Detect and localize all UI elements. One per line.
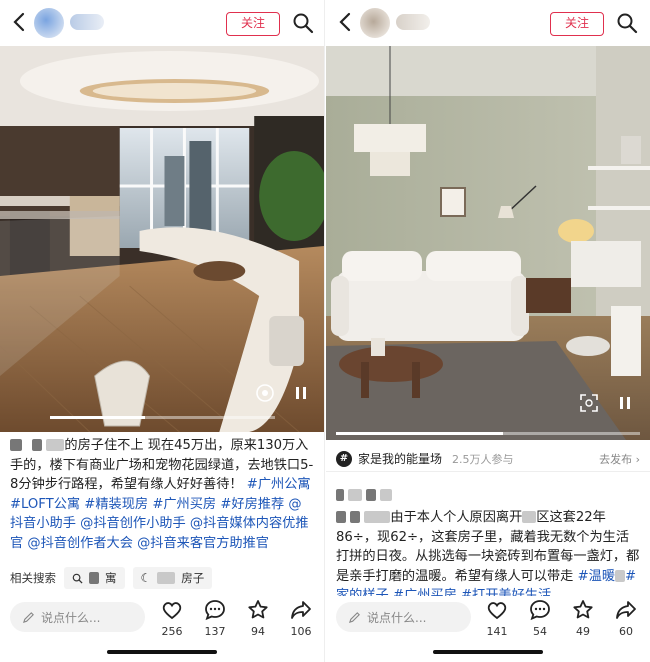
share-count: 106 (290, 625, 312, 638)
like-count: 256 (161, 625, 183, 638)
favorite-count: 49 (576, 625, 590, 638)
star-icon (248, 600, 268, 619)
redacted-text (336, 489, 344, 501)
hashtag-link[interactable]: #温暖 (578, 569, 615, 584)
post-caption: 由于本人个人原因离开 区这套22年86÷，现62÷，这套房子里，藏着我无数个为生活… (336, 484, 640, 606)
video-progress-fill (50, 416, 145, 419)
hashtag-link[interactable]: #广州买房 (152, 497, 216, 512)
author-avatar-blurred[interactable] (360, 8, 390, 38)
redacted-text (32, 439, 43, 451)
topic-bar[interactable]: # 家是我的能量场 2.5万人参与 去发布 › (326, 446, 650, 472)
follow-button[interactable]: 关注 (226, 12, 280, 36)
related-search-text: 房子 (181, 571, 205, 585)
redacted-text (157, 572, 176, 584)
topic-participants: 2.5万人参与 (452, 452, 514, 466)
top-bar: 关注 (0, 0, 324, 46)
focus-icon[interactable] (254, 382, 276, 404)
author-name-blurred (396, 14, 430, 30)
related-searches: 相关搜索 寓 ☾ 房子 (10, 566, 213, 590)
comment-placeholder: 说点什么... (41, 610, 101, 625)
like-button[interactable]: 141 (477, 598, 517, 638)
post-caption: 的房子住不上 现在45万出，原来130万入手的，楼下有商业广场和宠物花园绿道，去… (10, 436, 314, 553)
hashtag-link[interactable]: #广州公寓 (247, 477, 311, 492)
pause-icon[interactable] (614, 392, 636, 414)
comment-input[interactable]: 说点什么... (336, 602, 471, 632)
favorite-button[interactable]: 94 (238, 598, 278, 638)
related-search-text: 寓 (105, 571, 117, 585)
mention-link[interactable]: @抖音创作者大会 (27, 536, 133, 551)
favorite-button[interactable]: 49 (563, 598, 603, 638)
like-button[interactable]: 256 (152, 598, 192, 638)
related-search-chip[interactable]: 寓 (64, 567, 125, 589)
top-bar: 关注 (326, 0, 650, 46)
redacted-text (46, 439, 65, 451)
video-progress-bar[interactable] (50, 416, 275, 419)
publish-link[interactable]: 去发布 › (599, 451, 640, 467)
hashtag-icon: # (336, 450, 352, 467)
heart-icon (162, 602, 182, 620)
redacted-text (336, 511, 346, 523)
follow-button[interactable]: 关注 (550, 12, 604, 36)
related-search-chip[interactable]: ☾ 房子 (132, 567, 213, 589)
redacted-text (364, 511, 391, 523)
video-progress-bar[interactable] (336, 432, 640, 435)
comment-icon (205, 600, 225, 621)
caption-body-1: 由于本人个人原因离开 (390, 510, 523, 525)
redacted-text (380, 489, 392, 501)
redacted-text (366, 489, 376, 501)
search-icon[interactable] (616, 12, 638, 34)
topic-name: 家是我的能量场 (358, 452, 443, 466)
bottom-action-bar: 说点什么... 141 54 49 60 (326, 596, 650, 644)
like-count: 141 (486, 625, 508, 638)
favorite-count: 94 (251, 625, 265, 638)
share-button[interactable]: 106 (281, 598, 321, 638)
star-icon (573, 600, 593, 619)
share-count: 60 (619, 625, 633, 638)
redacted-text (522, 511, 537, 523)
pencil-icon (348, 611, 360, 623)
share-button[interactable]: 60 (606, 598, 646, 638)
back-arrow-icon[interactable] (336, 10, 356, 34)
left-post-panel: 关注 的房子住不上 现在45万出，原来130万入手的，楼下有商业广场和宠物花园绿… (0, 0, 325, 662)
author-name-blurred (70, 14, 104, 30)
comment-icon (530, 600, 550, 621)
pencil-icon (22, 611, 34, 623)
redacted-text (10, 439, 22, 451)
comment-button[interactable]: 54 (520, 598, 560, 638)
redacted-text (89, 572, 99, 584)
mention-link[interactable]: @抖音来客官方助推官 (137, 536, 269, 551)
search-icon (72, 573, 83, 584)
caption-text: 由于本人个人原因离开 区这套22年86÷，现62÷，这套房子里，藏着我无数个为生活… (336, 508, 640, 606)
mention-link[interactable]: @抖音创作小助手 (80, 516, 186, 531)
right-post-panel: 关注 # 家是我的能量场 2.5万人参与 去发布 › 由于本人个人原因离开 区这… (326, 0, 650, 662)
hashtag-link[interactable]: #精装现房 (84, 497, 148, 512)
comment-count: 54 (533, 625, 547, 638)
share-icon (291, 601, 311, 619)
hashtag-link[interactable]: #LOFT公寓 (10, 497, 80, 512)
home-indicator (433, 650, 543, 654)
author-avatar-blurred[interactable] (34, 8, 64, 38)
bottom-action-bar: 说点什么... 256 137 94 106 (0, 596, 324, 644)
search-icon[interactable] (292, 12, 314, 34)
redacted-text (615, 569, 626, 582)
redacted-title (336, 484, 640, 506)
related-searches-label: 相关搜索 (10, 571, 56, 585)
comment-button[interactable]: 137 (195, 598, 235, 638)
pause-icon[interactable] (290, 382, 312, 404)
focus-icon[interactable] (578, 392, 600, 414)
home-indicator (107, 650, 217, 654)
comment-count: 137 (204, 625, 226, 638)
comment-placeholder: 说点什么... (367, 610, 427, 625)
redacted-text (348, 489, 362, 501)
post-photo-loft-interior[interactable] (0, 46, 324, 432)
share-icon (616, 601, 636, 619)
back-arrow-icon[interactable] (10, 10, 30, 34)
post-photo-living-room[interactable] (326, 46, 650, 440)
video-progress-fill (336, 432, 504, 435)
heart-icon (487, 602, 507, 620)
hashtag-link[interactable]: #好房推荐 (220, 497, 284, 512)
comment-input[interactable]: 说点什么... (10, 602, 145, 632)
clock-icon: ☾ (140, 571, 152, 585)
redacted-text (350, 511, 361, 523)
